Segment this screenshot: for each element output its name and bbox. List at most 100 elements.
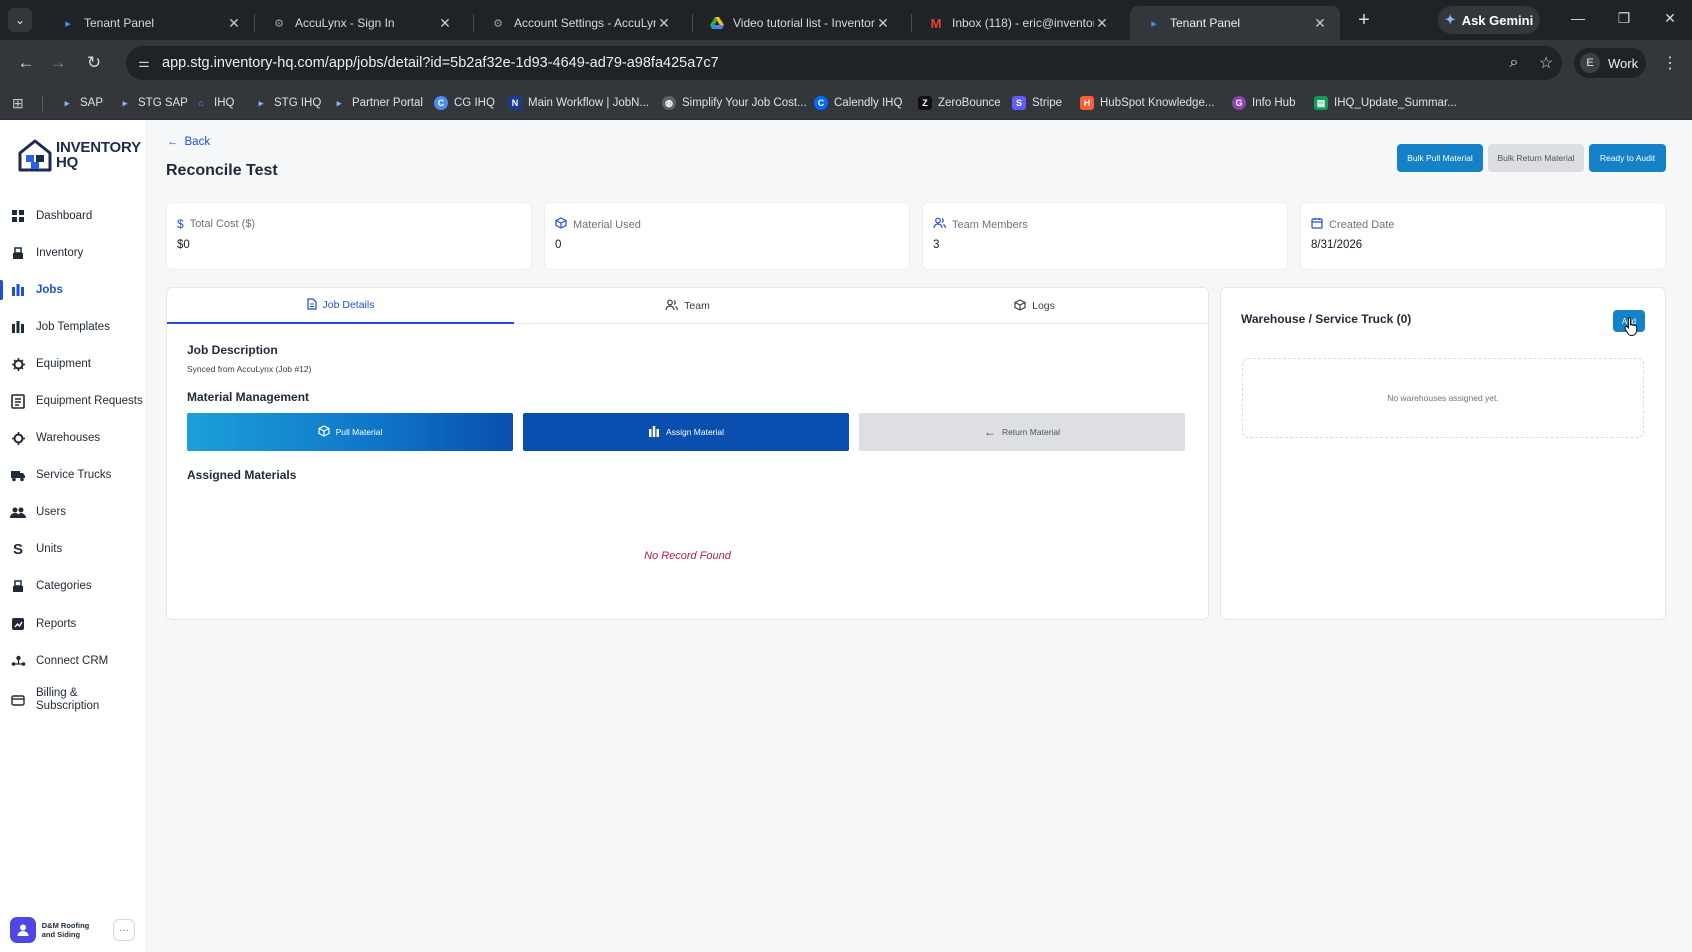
browser-tab-active[interactable]: ▸ Tenant Panel ✕ [1130,6,1340,40]
browser-tab[interactable]: ⚙ AccuLynx - Sign In ✕ [255,6,465,40]
job-tabs: Job Details Team Logs [167,288,1208,324]
window-close-icon[interactable]: ✕ [1660,10,1680,27]
bookmark-item[interactable]: ▸ STG SAP [118,93,188,113]
return-material-button[interactable]: ← Return Material [859,413,1185,451]
apps-grid-icon[interactable]: ⊞ [12,95,24,112]
sidebar-item-label: Equipment Requests [36,394,143,407]
bookmark-label: Calendly IHQ [834,97,903,109]
bookmark-item[interactable]: ▤ IHQ_Update_Summar... [1314,93,1457,113]
org-more-button[interactable]: ··· [113,919,135,941]
profile-button[interactable]: E Work [1574,48,1646,78]
sidebar-item-reports[interactable]: Reports [0,609,145,639]
forward-arrow-icon[interactable]: → [46,51,70,75]
bookmark-label: IHQ_Update_Summar... [1334,97,1457,109]
minimize-icon[interactable]: — [1568,10,1588,26]
bulk-return-material-button[interactable]: Bulk Return Material [1488,144,1584,172]
tenant-favicon-icon: ▸ [65,17,71,30]
ihq-house-icon: ⌂ [198,98,204,108]
bookmark-item[interactable]: Z ZeroBounce [918,93,1001,113]
bookmark-item[interactable]: ▸ SAP [60,93,103,113]
new-tab-button[interactable]: + [1352,8,1376,32]
bookmark-item[interactable]: ▸ STG IHQ [254,93,322,113]
ask-gemini-button[interactable]: ✦ Ask Gemini [1438,6,1540,34]
org-name: D&M Roofing and Siding [41,921,90,939]
sidebar-item-units[interactable]: S Units [0,534,145,564]
url-text[interactable]: app.stg.inventory-hq.com/app/jobs/detail… [162,55,1498,71]
equipment-icon [0,357,36,372]
sidebar-item-jobs[interactable]: Jobs [0,275,145,305]
sidebar-item-dashboard[interactable]: Dashboard [0,201,145,231]
tab-logs[interactable]: Logs [861,288,1208,324]
close-tab-icon[interactable]: ✕ [875,15,891,32]
bookmark-item[interactable]: ▸ Partner Portal [332,93,423,113]
sidebar-item-label: Connect CRM [36,654,109,667]
sidebar-item-job-templates[interactable]: Job Templates [0,312,145,342]
bookmark-label: Stripe [1032,97,1063,109]
back-link[interactable]: ← Back [167,136,210,148]
bookmarks-bar: ⊞ ▸ SAP ▸ STG SAP ⌂ IHQ ▸ STG IHQ ▸ Partner P… [0,86,1692,120]
sidebar-item-billing[interactable]: Billing & Subscription [0,680,145,720]
tenant-favicon-icon: ▸ [1151,17,1157,30]
stat-label: $ Total Cost ($) [177,217,255,231]
bookmark-favicon-icon: ▸ [258,97,264,108]
address-bar[interactable]: ⚌ app.stg.inventory-hq.com/app/jobs/deta… [126,46,1562,80]
bookmark-item[interactable]: N Main Workflow | JobN... [508,93,649,113]
tab-label: Team [684,300,710,312]
ready-to-audit-button[interactable]: Ready to Audit [1589,144,1666,172]
bookmark-item[interactable]: S Stripe [1012,93,1062,113]
bookmark-item[interactable]: H HubSpot Knowledge... [1080,93,1214,113]
sidebar-item-label: Units [36,542,63,555]
sidebar-item-inventory[interactable]: Inventory [0,238,145,268]
close-tab-icon[interactable]: ✕ [226,15,242,32]
restore-icon[interactable]: ❐ [1614,10,1634,27]
close-tab-icon[interactable]: ✕ [656,15,672,32]
button-label: Return Material [1001,427,1061,437]
reload-icon[interactable]: ↻ [82,51,106,75]
crm-icon [0,654,36,668]
tab-team[interactable]: Team [514,288,861,324]
bookmark-item[interactable]: ⌂ IHQ [194,93,234,113]
org-switcher[interactable]: D&M Roofing and Siding ··· [10,915,135,945]
back-arrow-icon[interactable]: ← [14,51,38,75]
stat-value: $0 [177,239,190,251]
stat-value: 3 [933,239,940,251]
bookmark-item[interactable]: ◍ Simplify Your Job Cost... [662,93,807,113]
tab-search-button[interactable]: ⌄ [8,8,32,32]
sidebar-item-service-trucks[interactable]: Service Trucks [0,460,145,490]
sidebar-item-equipment-requests[interactable]: Equipment Requests [0,386,145,416]
bookmark-item[interactable]: G Info Hub [1232,93,1295,113]
sidebar-item-warehouses[interactable]: Warehouses [0,423,145,453]
inventory-hq-logo[interactable]: INVENTORY HQ [18,138,141,172]
pull-material-button[interactable]: Pull Material [187,413,513,451]
sidebar-item-equipment[interactable]: Equipment [0,349,145,379]
stat-value: 0 [555,239,562,251]
close-tab-icon[interactable]: ✕ [1094,15,1110,32]
assign-material-button[interactable]: Assign Material [523,413,849,451]
bulk-pull-material-button[interactable]: Bulk Pull Material [1397,144,1483,172]
sidebar-item-label: Job Templates [36,320,110,333]
sidebar-item-users[interactable]: Users [0,497,145,527]
tab-job-details[interactable]: Job Details [167,288,514,324]
close-tab-icon[interactable]: ✕ [437,15,453,32]
sidebar-item-label: Service Trucks [36,468,112,481]
stripe-icon: S [1012,96,1026,110]
zoom-icon[interactable]: ⌕ [1498,54,1530,72]
browser-tab[interactable]: ⚙ Account Settings - AccuLynx ✕ [474,6,684,40]
bookmark-item[interactable]: C CG IHQ [434,93,495,113]
bookmark-favicon-icon: ▸ [122,97,128,108]
bookmark-item[interactable]: C Calendly IHQ [814,93,902,113]
document-icon [306,297,317,313]
bookmark-star-icon[interactable]: ☆ [1530,53,1562,73]
sidebar-item-label: Warehouses [36,431,101,444]
sidebar-item-connect-crm[interactable]: Connect CRM [0,646,145,676]
sidebar-item-label: Jobs [36,283,63,296]
bookmark-label: CG IHQ [454,97,495,109]
browser-menu-icon[interactable]: ⋮ [1660,53,1680,73]
browser-tab[interactable]: Video tutorial list - InventoryH ✕ [693,6,903,40]
browser-tab[interactable]: M Inbox (118) - eric@inventory-h ✕ [912,6,1122,40]
logo-house-icon [18,139,52,172]
browser-tab[interactable]: ▸ Tenant Panel ✕ [44,6,254,40]
sidebar-item-categories[interactable]: Categories [0,571,145,601]
site-info-icon[interactable]: ⚌ [126,55,162,71]
close-tab-icon[interactable]: ✕ [1312,15,1328,32]
